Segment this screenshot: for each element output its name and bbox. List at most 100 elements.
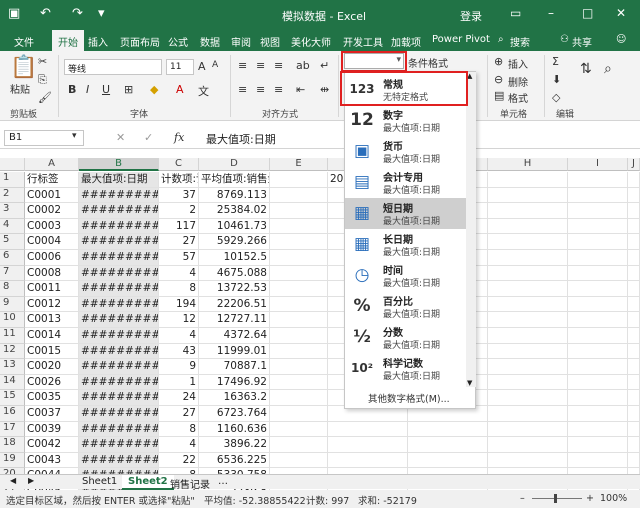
cell-c12[interactable]: 43 bbox=[159, 343, 199, 360]
tab-data[interactable]: 数据 bbox=[200, 34, 220, 49]
row-header[interactable]: 3 bbox=[0, 203, 25, 219]
decrease-font-icon[interactable]: A bbox=[212, 60, 218, 70]
cell-e16[interactable] bbox=[270, 406, 328, 422]
cell-empty[interactable] bbox=[488, 250, 568, 266]
cell-empty[interactable] bbox=[488, 172, 568, 188]
wrap-text-icon[interactable]: ↵ bbox=[320, 59, 329, 72]
format-painter-icon[interactable]: 🖌 bbox=[38, 91, 52, 104]
cell-empty[interactable] bbox=[488, 452, 568, 469]
row-header[interactable]: 6 bbox=[0, 250, 25, 266]
cell-d2[interactable]: 8769.113 bbox=[199, 187, 270, 204]
cell-e13[interactable] bbox=[270, 359, 328, 375]
cell-empty[interactable] bbox=[488, 203, 568, 219]
cell-a5[interactable]: C0004 bbox=[25, 234, 79, 250]
cell-empty[interactable] bbox=[628, 234, 640, 250]
number-format-item[interactable]: ▣ 货币 最大值项:日期 bbox=[345, 136, 467, 167]
copy-icon[interactable]: ⎘ bbox=[38, 73, 47, 87]
tab-developer[interactable]: 开发工具 bbox=[343, 34, 383, 49]
cell-empty[interactable] bbox=[568, 406, 628, 422]
cell-empty[interactable] bbox=[568, 218, 628, 235]
cell-e3[interactable] bbox=[270, 203, 328, 219]
row-header[interactable]: 4 bbox=[0, 218, 25, 235]
cell-empty[interactable] bbox=[628, 406, 640, 422]
cell-empty[interactable] bbox=[568, 203, 628, 219]
cell-d9[interactable]: 22206.51 bbox=[199, 296, 270, 313]
italic-icon[interactable]: I bbox=[86, 83, 89, 96]
cell-a13[interactable]: C0020 bbox=[25, 359, 79, 375]
tab-review[interactable]: 审阅 bbox=[231, 34, 251, 49]
cell-a19[interactable]: C0043 bbox=[25, 452, 79, 469]
cell-e4[interactable] bbox=[270, 218, 328, 235]
font-name-combo[interactable]: 等线 bbox=[64, 59, 162, 75]
cell-empty[interactable] bbox=[628, 296, 640, 313]
cell-empty[interactable] bbox=[568, 328, 628, 344]
row-header[interactable]: 13 bbox=[0, 359, 25, 375]
cell-c7[interactable]: 4 bbox=[159, 265, 199, 282]
cell-empty[interactable] bbox=[488, 359, 568, 375]
bold-icon[interactable]: B bbox=[68, 83, 76, 96]
row-header[interactable]: 16 bbox=[0, 406, 25, 422]
sheet-tab-sales[interactable]: 销售记录 bbox=[164, 475, 216, 491]
fill-icon[interactable]: ⬇ bbox=[552, 73, 561, 86]
cancel-icon[interactable]: ✕ bbox=[116, 131, 125, 144]
cell-empty[interactable] bbox=[568, 296, 628, 313]
login-link[interactable]: 登录 bbox=[460, 8, 482, 24]
cell-empty[interactable] bbox=[408, 452, 488, 469]
tab-file[interactable]: 文件 bbox=[14, 34, 34, 49]
format-cells-button[interactable]: 格式 bbox=[508, 90, 528, 105]
cell-a12[interactable]: C0015 bbox=[25, 343, 79, 360]
maximize-icon[interactable]: □ bbox=[582, 6, 593, 20]
cell-empty[interactable] bbox=[568, 172, 628, 188]
row-header[interactable]: 15 bbox=[0, 390, 25, 406]
clear-icon[interactable]: ◇ bbox=[552, 91, 560, 104]
cell-b12[interactable]: ########## bbox=[79, 343, 159, 360]
cell-empty[interactable] bbox=[568, 250, 628, 266]
cell-a3[interactable]: C0002 bbox=[25, 203, 79, 219]
cell-e18[interactable] bbox=[270, 437, 328, 453]
underline-icon[interactable]: U bbox=[102, 83, 110, 96]
cell-e6[interactable] bbox=[270, 250, 328, 266]
cell-c5[interactable]: 27 bbox=[159, 234, 199, 250]
prev-sheet-icon[interactable]: ◀ bbox=[4, 475, 22, 490]
tab-view[interactable]: 视图 bbox=[260, 34, 280, 49]
column-header-j[interactable]: J bbox=[628, 158, 640, 171]
cell-a11[interactable]: C0014 bbox=[25, 328, 79, 344]
cell-empty[interactable] bbox=[628, 203, 640, 219]
cell-empty[interactable] bbox=[568, 374, 628, 391]
cell-b19[interactable]: ########## bbox=[79, 452, 159, 469]
customize-toolbar-icon[interactable]: ▾ bbox=[98, 6, 105, 21]
align-left-icon[interactable]: ≡ bbox=[238, 83, 247, 96]
cell-b16[interactable]: ########## bbox=[79, 406, 159, 422]
cell-empty[interactable] bbox=[628, 374, 640, 391]
align-middle-icon[interactable]: ≡ bbox=[256, 59, 265, 72]
find-select-icon[interactable]: ⌕ bbox=[604, 61, 612, 77]
ribbon-options-icon[interactable]: ▭ bbox=[510, 6, 521, 20]
cell-d12[interactable]: 11999.01 bbox=[199, 343, 270, 360]
zoom-slider[interactable] bbox=[532, 498, 582, 499]
number-format-item[interactable]: ½ 分数 最大值项:日期 bbox=[345, 322, 467, 353]
cell-empty[interactable] bbox=[568, 281, 628, 297]
cell-b3[interactable]: ########## bbox=[79, 203, 159, 219]
cell-c13[interactable]: 9 bbox=[159, 359, 199, 375]
cut-icon[interactable]: ✂ bbox=[38, 55, 47, 68]
cell-empty[interactable] bbox=[408, 421, 488, 438]
zoom-level[interactable]: 100% bbox=[600, 493, 627, 504]
cell-c4[interactable]: 117 bbox=[159, 218, 199, 235]
cell-c19[interactable]: 22 bbox=[159, 452, 199, 469]
cell-empty[interactable] bbox=[628, 187, 640, 204]
conditional-format-button[interactable]: 条件格式 bbox=[408, 55, 448, 70]
column-header-i[interactable]: I bbox=[568, 158, 628, 171]
autosum-icon[interactable]: Σ bbox=[552, 55, 559, 68]
share-icon[interactable]: ⚇ bbox=[560, 34, 569, 45]
cell-empty[interactable] bbox=[568, 390, 628, 406]
tab-addins[interactable]: 加载项 bbox=[391, 34, 421, 49]
cell-a16[interactable]: C0037 bbox=[25, 406, 79, 422]
number-format-item[interactable]: 12 数字 最大值项:日期 bbox=[345, 105, 467, 136]
cell-e11[interactable] bbox=[270, 328, 328, 344]
cell-b5[interactable]: ########## bbox=[79, 234, 159, 250]
row-header[interactable]: 18 bbox=[0, 437, 25, 453]
cell-c16[interactable]: 27 bbox=[159, 406, 199, 422]
cell-d14[interactable]: 17496.92 bbox=[199, 374, 270, 391]
cell-empty[interactable] bbox=[628, 452, 640, 469]
cell-d19[interactable]: 6536.225 bbox=[199, 452, 270, 469]
